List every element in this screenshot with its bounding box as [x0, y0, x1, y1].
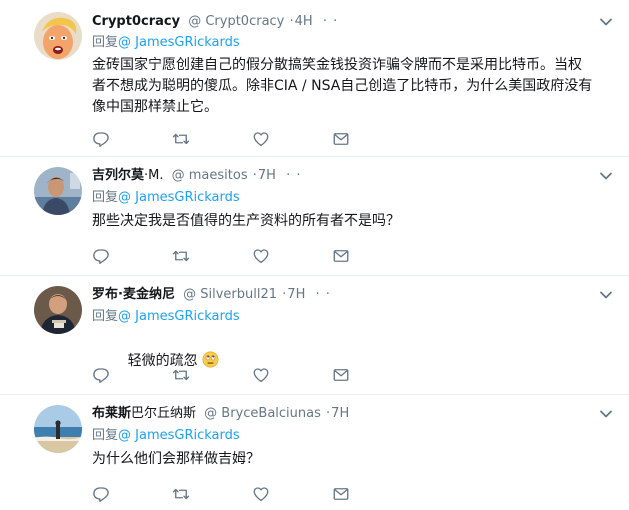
like-icon — [253, 487, 269, 502]
user-handle[interactable]: @ maesitos — [172, 168, 248, 183]
reply-button[interactable] — [92, 366, 172, 384]
tweet-text: 为什么他们会那样做吉姆？ — [92, 451, 260, 467]
reply-prefix: 回复 — [92, 190, 119, 205]
like-button[interactable] — [252, 247, 332, 265]
reply-icon — [93, 487, 109, 502]
tweet[interactable]: 吉列尔莫·M. @ maesitos ·7H · · 回复@ JamesGRic… — [0, 157, 629, 276]
timestamp[interactable]: 7H — [287, 287, 305, 302]
timestamp[interactable]: 4H — [295, 14, 313, 29]
beach-person-avatar-icon — [34, 405, 82, 453]
reply-mention-link[interactable]: @ JamesGRickards — [118, 428, 240, 443]
direct-message-button[interactable] — [332, 366, 412, 384]
retweet-icon — [172, 369, 190, 381]
like-button[interactable] — [252, 130, 332, 148]
avatar[interactable] — [34, 167, 82, 215]
direct-message-button[interactable] — [332, 247, 412, 265]
tweet-header: 布莱斯巴尔丘纳斯 @ BryceBalciunas ·7H — [92, 404, 609, 424]
message-icon — [333, 250, 349, 262]
message-icon — [333, 488, 349, 500]
reply-icon — [93, 132, 109, 147]
timestamp[interactable]: 7H — [258, 168, 276, 183]
tweet[interactable]: 罗布·麦金纳尼 @ Silverbull21 ·7H · · 回复@ James… — [0, 276, 629, 395]
user-fullname[interactable]: 罗布 — [92, 287, 118, 302]
reply-to-line: 回复@ JamesGRickards — [92, 34, 240, 52]
reply-prefix: 回复 — [92, 428, 119, 443]
like-icon — [253, 368, 269, 383]
user-handle[interactable]: @ Silverbull21 — [183, 287, 277, 302]
separator: · — [282, 287, 287, 302]
tweet[interactable]: 布莱斯巴尔丘纳斯 @ BryceBalciunas ·7H 回复@ JamesG… — [0, 395, 629, 510]
like-icon — [253, 132, 269, 147]
retweet-icon — [172, 250, 190, 262]
user-fullname-suffix[interactable]: 巴尔丘纳斯 — [131, 406, 196, 421]
message-icon — [333, 133, 349, 145]
timestamp[interactable]: 7H — [331, 406, 349, 421]
reply-to-line: 回复@ JamesGRickards — [92, 189, 240, 207]
chevron-down-icon[interactable] — [599, 168, 613, 182]
retweet-button[interactable] — [172, 130, 252, 148]
man-with-silver-avatar-icon — [34, 286, 82, 334]
retweet-button[interactable] — [172, 485, 252, 503]
message-icon — [333, 369, 349, 381]
retweet-button[interactable] — [172, 247, 252, 265]
tweet-actions — [92, 247, 412, 265]
avatar[interactable] — [34, 405, 82, 453]
man-photo-avatar-icon — [34, 167, 82, 215]
reply-button[interactable] — [92, 130, 172, 148]
chevron-down-icon[interactable] — [599, 287, 613, 301]
tweet[interactable]: Crypt0cracy @ Crypt0cracy ·4H · · 回复@ Ja… — [0, 0, 629, 157]
tweet-actions — [92, 130, 412, 148]
retweet-icon — [172, 488, 190, 500]
retweet-icon — [172, 133, 190, 145]
reply-prefix: 回复 — [92, 35, 119, 50]
reply-mention-link[interactable]: @ JamesGRickards — [118, 309, 240, 324]
user-fullname-suffix[interactable]: ·麦金纳尼 — [118, 287, 175, 302]
user-fullname[interactable]: 吉列尔莫 — [92, 168, 144, 183]
more-dots: · · — [322, 14, 339, 29]
tweet-actions — [92, 485, 412, 503]
reply-mention-link[interactable]: @ JamesGRickards — [118, 35, 240, 50]
chevron-down-icon[interactable] — [599, 406, 613, 420]
tweet-actions — [92, 366, 412, 384]
reply-button[interactable] — [92, 247, 172, 265]
reply-prefix: 回复 — [92, 309, 119, 324]
reply-icon — [93, 368, 109, 383]
direct-message-button[interactable] — [332, 130, 412, 148]
like-icon — [253, 249, 269, 264]
reply-to-line: 回复@ JamesGRickards — [92, 427, 240, 445]
separator: · — [252, 168, 257, 183]
user-fullname[interactable]: Crypt0cracy — [92, 14, 180, 29]
like-button[interactable] — [252, 485, 332, 503]
retweet-button[interactable] — [172, 366, 252, 384]
direct-message-button[interactable] — [332, 485, 412, 503]
user-handle[interactable]: @ Crypt0cracy — [188, 14, 284, 29]
trump-cartoon-avatar-icon — [34, 12, 82, 60]
more-dots: · · — [286, 168, 302, 183]
like-button[interactable] — [252, 366, 332, 384]
avatar[interactable] — [34, 12, 82, 60]
tweet-header: Crypt0cracy @ Crypt0cracy ·4H · · — [92, 12, 609, 32]
reply-to-line: 回复@ JamesGRickards — [92, 308, 240, 326]
reply-icon — [93, 249, 109, 264]
separator: · — [289, 14, 294, 29]
user-fullname-suffix[interactable]: ·M. — [144, 168, 163, 183]
tweet-text: 金砖国家宁愿创建自己的假分散搞笑金钱投资诈骗令牌而不是采用比特币。当权 者不想成… — [92, 57, 593, 115]
chevron-down-icon[interactable] — [599, 14, 613, 28]
user-handle[interactable]: @ BryceBalciunas — [204, 406, 321, 421]
user-fullname[interactable]: 布莱斯 — [92, 406, 131, 421]
more-dots: · · — [315, 287, 331, 302]
tweet-text: 那些决定我是否值得的生产资料的所有者不是吗？ — [92, 213, 400, 229]
separator: · — [326, 406, 331, 421]
tweet-header: 罗布·麦金纳尼 @ Silverbull21 ·7H · · — [92, 285, 609, 305]
reply-timeline: Crypt0cracy @ Crypt0cracy ·4H · · 回复@ Ja… — [0, 0, 629, 510]
reply-button[interactable] — [92, 485, 172, 503]
tweet-header: 吉列尔莫·M. @ maesitos ·7H · · — [92, 166, 609, 186]
avatar[interactable] — [34, 286, 82, 334]
reply-mention-link[interactable]: @ JamesGRickards — [118, 190, 240, 205]
